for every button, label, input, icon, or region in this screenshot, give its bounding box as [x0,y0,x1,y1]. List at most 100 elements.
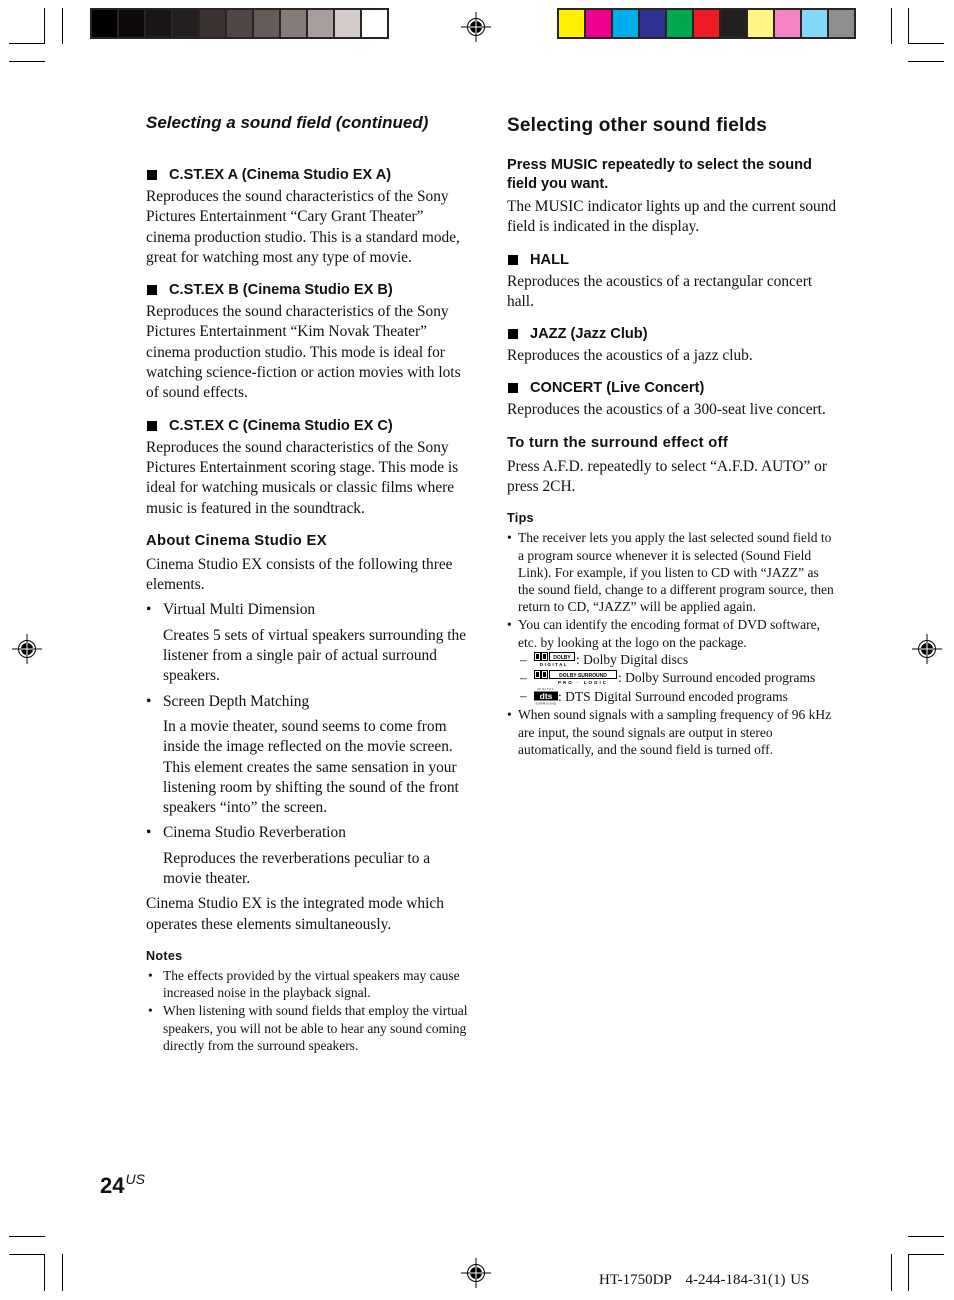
mode-heading: C.ST.EX A (Cinema Studio EX A) [146,166,471,184]
mode-description: Reproduces the sound characteristics of … [146,303,461,402]
crop-mark [891,1254,892,1291]
mode-section: C.ST.EX C (Cinema Studio EX C) Reproduce… [146,417,471,519]
square-bullet-icon [147,420,157,431]
note-item: The effects provided by the virtual spea… [146,967,471,1001]
crop-mark [44,8,45,44]
color-swatch [92,10,117,37]
color-swatch [173,10,198,37]
element-title: Cinema Studio Reverberation [146,823,471,844]
crop-mark [9,1254,45,1255]
mode-heading: C.ST.EX C (Cinema Studio EX C) [146,417,471,435]
crop-mark [9,43,45,44]
mode-section: CONCERT (Live Concert) Reproduces the ac… [507,379,837,420]
element-title: Virtual Multi Dimension [146,600,471,621]
tip-item: The receiver lets you apply the last sel… [507,529,837,615]
mode-description: Reproduces the sound characteristics of … [146,438,459,517]
color-swatch [200,10,225,37]
crop-mark [9,1236,45,1237]
color-swatch [640,10,665,37]
color-swatch [146,10,171,37]
color-swatch [586,10,611,37]
process-color-bar [557,8,856,39]
section-heading: About Cinema Studio EX [146,532,327,549]
dolby-digital-logo-icon: DOLBY DIGITAL [534,651,575,667]
color-swatch [667,10,692,37]
grayscale-color-bar [90,8,389,39]
logo-item: DOLBY DIGITAL : Dolby Digital discs [518,651,837,668]
about-intro: Cinema Studio EX consists of the followi… [146,555,453,594]
color-swatch [362,10,387,37]
crop-mark [62,8,63,44]
color-swatch [227,10,252,37]
mode-description: Reproduces the acoustics of a jazz club. [507,347,753,365]
right-column: Selecting other sound fields Press MUSIC… [507,112,837,759]
crop-mark [908,1254,909,1291]
registration-mark-icon [912,634,942,664]
note-item: When listening with sound fields that em… [146,1002,471,1054]
page-number: 24US [100,1171,145,1198]
mode-section: C.ST.EX A (Cinema Studio EX A) Reproduce… [146,166,471,268]
mode-description: Reproduces the acoustics of a 300-seat l… [507,401,826,419]
color-swatch [335,10,360,37]
tip-item: You can identify the encoding format of … [507,616,837,705]
crop-mark [44,1254,45,1291]
surround-off-section: To turn the surround effect off Press A.… [507,434,837,498]
mode-description: Reproduces the acoustics of a rectangula… [507,272,813,310]
color-swatch [119,10,144,37]
element-description: Creates 5 sets of virtual speakers surro… [163,626,467,685]
running-head: Selecting a sound field (continued) [146,113,429,132]
notes-heading: Notes [146,948,183,963]
svg-text:PRO · LOGIC: PRO · LOGIC [558,680,608,685]
square-bullet-icon [508,254,518,265]
crop-mark [908,1236,944,1237]
crop-mark [908,1254,944,1255]
svg-text:DOLBY SURROUND: DOLBY SURROUND [559,673,607,679]
section-heading: To turn the surround effect off [507,434,729,451]
dts-digital-surround-logo-icon: DIGITAL dts SURROUND [534,687,558,705]
registration-mark-icon [461,12,491,42]
color-swatch [721,10,746,37]
registration-mark-icon [461,1258,491,1288]
color-swatch [775,10,800,37]
color-swatch [559,10,584,37]
mode-heading: HALL [507,251,837,269]
crop-mark [908,43,944,44]
mode-section: HALL Reproduces the acoustics of a recta… [507,251,837,313]
color-swatch [308,10,333,37]
logo-item: DIGITAL dts SURROUND : DTS Digital Surro… [518,687,837,705]
left-column: Selecting a sound field (continued) C.ST… [146,112,471,1055]
notes-section: Notes The effects provided by the virtua… [146,948,471,1054]
svg-text:DIGITAL: DIGITAL [540,662,568,667]
crop-mark [908,61,944,62]
color-swatch [613,10,638,37]
mode-section: C.ST.EX B (Cinema Studio EX B) Reproduce… [146,281,471,403]
element-title: Screen Depth Matching [146,692,471,713]
svg-text:dts: dts [540,691,553,701]
crop-mark [908,8,909,44]
square-bullet-icon [508,329,518,340]
mode-section: JAZZ (Jazz Club) Reproduces the acoustic… [507,325,837,366]
element-description: In a movie theater, sound seems to come … [163,717,459,817]
crop-mark [9,61,45,62]
mode-heading: C.ST.EX B (Cinema Studio EX B) [146,281,471,299]
mode-heading: JAZZ (Jazz Club) [507,325,837,343]
element-description: Reproduces the reverberations peculiar t… [163,849,431,888]
instruction-body: The MUSIC indicator lights up and the cu… [507,198,837,236]
mode-description: Reproduces the sound characteristics of … [146,188,460,266]
color-swatch [694,10,719,37]
square-bullet-icon [508,383,518,394]
about-section: About Cinema Studio EX Cinema Studio EX … [146,532,471,935]
logo-item: DOLBY SURROUND PRO · LOGIC : Dolby Surro… [518,669,837,686]
color-swatch [829,10,854,37]
model-code: HT-1750DP 4-244-184-31(1) US [599,1272,810,1288]
color-swatch [281,10,306,37]
section-title: Selecting other sound fields [507,115,768,136]
tip-item: When sound signals with a sampling frequ… [507,706,837,758]
svg-text:DOLBY: DOLBY [553,655,571,661]
color-swatch [254,10,279,37]
crop-mark [62,1254,63,1291]
crop-mark [891,8,892,44]
registration-mark-icon [12,634,42,664]
instruction-heading: Press MUSIC repeatedly to select the sou… [507,157,812,192]
tips-section: Tips The receiver lets you apply the las… [507,510,837,758]
